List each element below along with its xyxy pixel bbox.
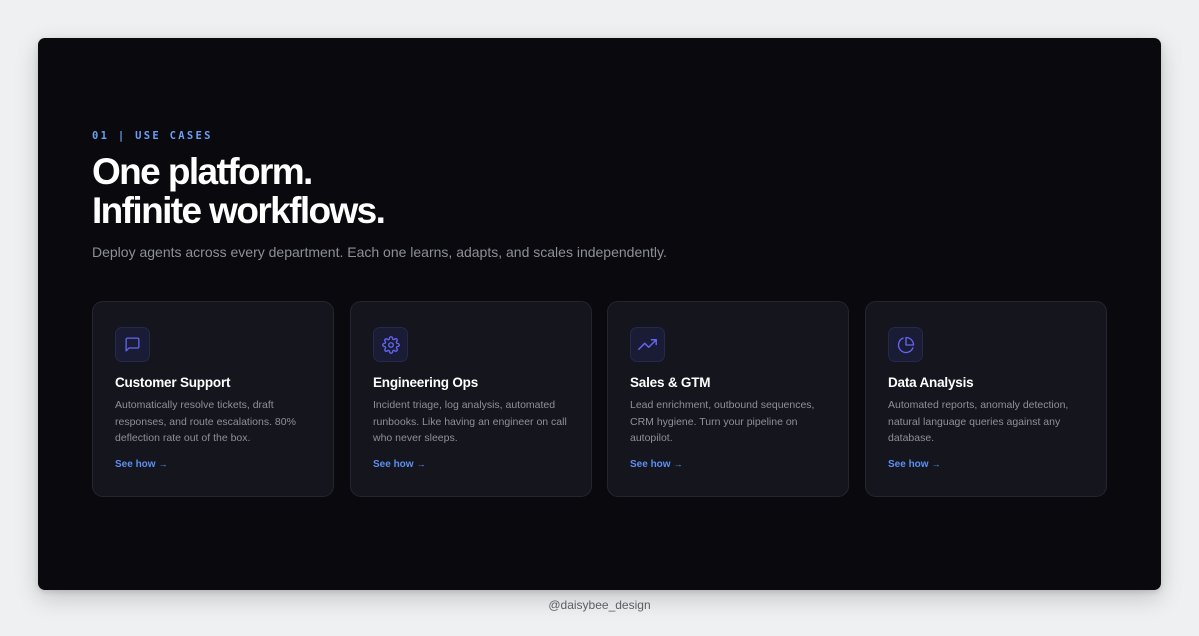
link-label: See how xyxy=(115,459,156,470)
arrow-right-icon: → xyxy=(673,459,683,469)
trending-up-icon xyxy=(638,339,657,350)
link-label: See how xyxy=(373,459,414,470)
card-icon-container xyxy=(630,327,665,362)
arrow-right-icon: → xyxy=(931,459,941,469)
card-icon-container xyxy=(888,327,923,362)
designer-credit: @daisybee_design xyxy=(548,598,651,612)
section-subtitle: Deploy agents across every department. E… xyxy=(92,244,667,260)
see-how-link[interactable]: See how → xyxy=(115,459,168,470)
see-how-link[interactable]: See how → xyxy=(630,459,683,470)
card-data-analysis[interactable]: Data Analysis Automated reports, anomaly… xyxy=(865,301,1107,497)
see-how-link[interactable]: See how → xyxy=(373,459,426,470)
section-eyebrow: 01 | USE CASES xyxy=(92,130,213,142)
card-title: Sales & GTM xyxy=(630,375,711,390)
message-square-icon xyxy=(125,337,140,352)
card-title: Engineering Ops xyxy=(373,375,479,390)
card-engineering-ops[interactable]: Engineering Ops Incident triage, log ana… xyxy=(350,301,592,497)
headline-line-1: One platform. xyxy=(92,151,313,192)
link-label: See how xyxy=(630,459,671,470)
card-description: Automatically resolve tickets, draft res… xyxy=(115,399,296,444)
arrow-right-icon: → xyxy=(416,459,426,469)
link-label: See how xyxy=(888,459,929,470)
card-description: Automated reports, anomaly detection, na… xyxy=(888,399,1069,444)
card-icon-container xyxy=(115,327,150,362)
use-cases-panel: 01 | USE CASES One platform. Infinite wo… xyxy=(38,38,1161,590)
pie-chart-icon xyxy=(897,336,914,353)
card-description: Incident triage, log analysis, automated… xyxy=(373,399,567,444)
card-title: Customer Support xyxy=(115,375,231,390)
card-customer-support[interactable]: Customer Support Automatically resolve t… xyxy=(92,301,334,497)
section-headline: One platform. Infinite workflows. xyxy=(92,151,386,231)
arrow-right-icon: → xyxy=(158,459,168,469)
headline-line-2: Infinite workflows. xyxy=(92,190,386,231)
card-sales-gtm[interactable]: Sales & GTM Lead enrichment, outbound se… xyxy=(607,301,849,497)
use-case-cards: Customer Support Automatically resolve t… xyxy=(92,301,1108,497)
card-icon-container xyxy=(373,327,408,362)
card-title: Data Analysis xyxy=(888,375,974,390)
gear-icon xyxy=(381,335,400,354)
card-description: Lead enrichment, outbound sequences, CRM… xyxy=(630,399,815,444)
see-how-link[interactable]: See how → xyxy=(888,459,941,470)
